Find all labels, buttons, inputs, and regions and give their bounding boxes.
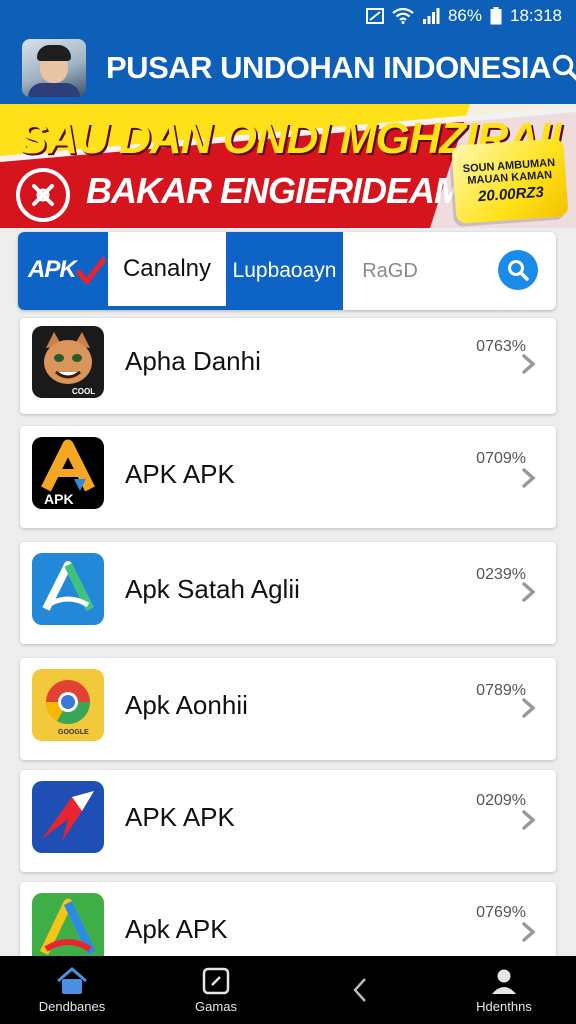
clock: 18:318 <box>510 6 562 25</box>
banner-badge-icon <box>16 168 70 222</box>
search-icon <box>508 260 529 281</box>
tab-search-button[interactable] <box>498 250 538 290</box>
app-name: Apk APK <box>125 914 228 944</box>
nav-label: Hdenthns <box>476 998 532 1014</box>
nav-profile[interactable]: Hdenthns <box>432 956 576 1024</box>
list-item[interactable]: APK APK 0209% <box>20 770 556 872</box>
list-item[interactable]: APK APK APK 0709% <box>20 426 556 528</box>
profile-icon <box>492 969 516 994</box>
nav-back[interactable] <box>288 956 432 1024</box>
app-bar: PUSAR UNDOHAN INDONESIA <box>0 32 576 104</box>
red-bird-icon <box>32 781 104 853</box>
chevron-right-icon <box>522 582 536 602</box>
apk-a-icon: APK <box>32 437 104 509</box>
nfc-icon <box>365 8 384 24</box>
banner-subline: BAKAR ENGIERIDEAM! <box>86 170 475 211</box>
cat-face-icon: COOL <box>32 326 104 398</box>
chevron-right-icon <box>522 354 536 374</box>
nav-home[interactable]: Dendbanes <box>0 956 144 1024</box>
list-item[interactable]: Apk Satah Aglii 0239% <box>20 542 556 644</box>
search-icon <box>552 54 576 81</box>
banner-sticker: SOUN AMBUMAN MAUAN KAMAN 20.00RZ3 <box>451 138 569 224</box>
chrome-like-icon: GOOGLE <box>32 669 104 741</box>
app-name: Apk Satah Aglii <box>125 574 300 604</box>
icon-caption: APK <box>44 491 74 507</box>
app-percent: 0709% <box>476 450 526 467</box>
avatar[interactable] <box>22 39 86 97</box>
status-bar: 86% 18:318 <box>0 0 576 32</box>
battery-percent: 86% <box>447 6 482 25</box>
tab-canalny[interactable]: Canalny <box>108 232 226 306</box>
bottom-navigation: Dendbanes Gamas Hdenthns <box>0 956 576 1024</box>
blue-a-icon <box>32 553 104 625</box>
nav-label: Dendbanes <box>38 998 106 1014</box>
icon-caption: COOL <box>72 387 96 396</box>
app-name: Apk Aonhii <box>125 690 248 720</box>
chevron-right-icon <box>522 468 536 488</box>
sticker-text: SOUN AMBUMAN MAUAN KAMAN <box>462 156 556 187</box>
green-a-icon <box>32 893 104 965</box>
tab-bar: APK Canalny Lupbaoayn RaGD <box>18 232 556 310</box>
nav-games[interactable]: Gamas <box>144 956 288 1024</box>
app-percent: 0769% <box>476 904 526 921</box>
wifi-icon <box>392 8 414 24</box>
sticker-amount: 20.00RZ3 <box>477 183 545 205</box>
signal-icon <box>422 8 440 24</box>
app-name: APK APK <box>125 802 235 832</box>
apk-logo: APK <box>28 248 106 292</box>
app-name: APK APK <box>125 459 235 489</box>
chevron-right-icon <box>522 698 536 718</box>
games-icon <box>202 967 230 994</box>
list-item[interactable]: COOL Apha Danhi 0763% <box>20 318 556 414</box>
home-icon <box>57 966 87 994</box>
apk-logo-text: APK <box>28 256 77 283</box>
app-title: PUSAR UNDOHAN INDONESIA <box>106 50 551 85</box>
icon-caption: GOOGLE <box>58 729 89 736</box>
tab-lupbaoayn[interactable]: Lupbaoayn <box>226 232 343 310</box>
red-checkmark-icon <box>75 256 106 285</box>
app-name: Apha Danhi <box>125 346 261 376</box>
back-chevron-icon <box>353 978 366 1002</box>
nav-label: Gamas <box>195 998 237 1014</box>
chevron-right-icon <box>522 922 536 942</box>
battery-icon <box>490 7 502 25</box>
chevron-right-icon <box>522 810 536 830</box>
list-item[interactable]: GOOGLE Apk Aonhii 0789% <box>20 658 556 760</box>
search-button[interactable] <box>551 48 576 88</box>
app-percent: 0209% <box>476 792 526 809</box>
tab-ragd[interactable]: RaGD <box>343 232 437 310</box>
